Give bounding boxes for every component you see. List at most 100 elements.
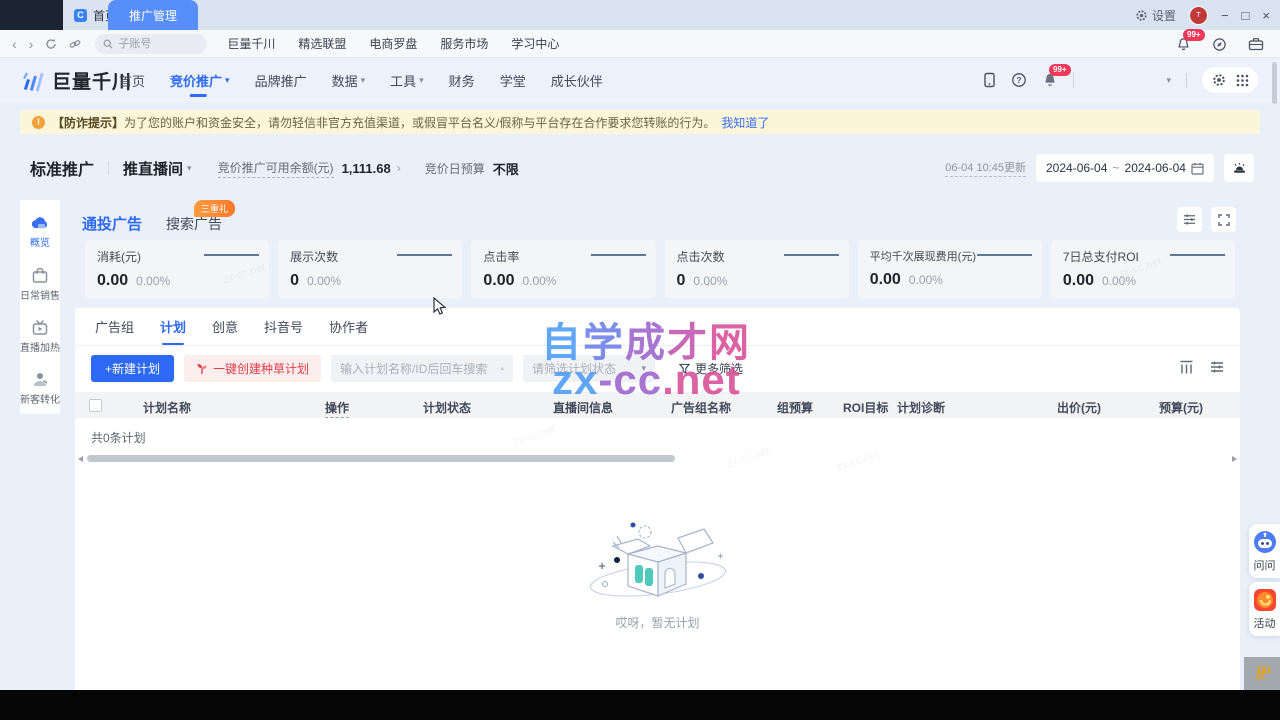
expand-icon: [1218, 214, 1230, 226]
sidebar-item-daily-sales[interactable]: 日常销售: [20, 258, 60, 310]
chevron-right-icon[interactable]: ›: [397, 161, 401, 175]
app-notification-badge: 99+: [1049, 64, 1071, 76]
nav-link-learning[interactable]: 学习中心: [511, 35, 559, 52]
robot-icon: [1253, 530, 1277, 554]
tab-plans[interactable]: 计划: [160, 317, 186, 345]
account-dropdown[interactable]: ▾: [1089, 75, 1171, 86]
nav-link-alliance[interactable]: 精选联盟: [298, 35, 346, 52]
qianchuan-logo-icon: [20, 68, 45, 93]
assistant-widget[interactable]: 问问: [1249, 524, 1280, 578]
compass-icon[interactable]: [1212, 37, 1227, 52]
empty-box-illustration: [583, 516, 733, 608]
tab-search-ads[interactable]: 搜索广告 三重礼: [166, 214, 222, 234]
browser-tab-active[interactable]: 推广管理: [108, 0, 198, 30]
page-scrollbar[interactable]: [1272, 62, 1277, 104]
brand[interactable]: 巨量千川: [20, 67, 132, 94]
page-title-row: 标准推广 推直播间▾ 竞价推广可用余额(元) 1,111.68 › 竞价日预算 …: [30, 152, 1254, 184]
tab-ad-groups[interactable]: 广告组: [95, 317, 134, 345]
col-bid[interactable]: 出价(元): [1057, 399, 1101, 416]
page-title: 标准推广: [30, 156, 94, 180]
last-updated: 06-04 10:45更新: [945, 159, 1026, 177]
col-actions[interactable]: 操作: [325, 399, 349, 418]
avatar[interactable]: T: [1189, 6, 1208, 25]
metric-card-ctr[interactable]: 点击率 0.000.00%: [471, 240, 655, 298]
scene-dropdown[interactable]: 推直播间▾: [123, 158, 192, 179]
browser-search-box[interactable]: [95, 34, 207, 54]
notification-bell-button[interactable]: 99+: [1176, 37, 1191, 52]
browser-search-input[interactable]: [118, 38, 198, 50]
date-range-picker[interactable]: 2024-06-04 ~ 2024-06-04: [1036, 154, 1214, 182]
sidebar-item-new-customers[interactable]: 新客转化: [20, 362, 60, 414]
nav-item-data[interactable]: 数据▾: [332, 58, 366, 102]
browser-settings-button[interactable]: 设置: [1135, 7, 1176, 24]
metrics-settings-button[interactable]: [1177, 207, 1202, 232]
tab-creatives[interactable]: 创意: [212, 317, 238, 345]
link-icon[interactable]: [69, 38, 81, 50]
back-icon[interactable]: ‹: [12, 36, 17, 52]
trend-line: [1170, 254, 1225, 256]
scroll-left-icon[interactable]: [78, 456, 83, 462]
budget-value: 不限: [493, 159, 519, 178]
refresh-icon[interactable]: [45, 38, 57, 50]
table-settings-icon[interactable]: [1210, 360, 1224, 374]
activity-widget[interactable]: 活动: [1249, 582, 1280, 636]
nav-link-compass[interactable]: 电商罗盘: [369, 35, 417, 52]
col-plan-name[interactable]: 计划名称: [143, 399, 191, 416]
sprout-icon: [196, 362, 208, 375]
col-budget[interactable]: 预算(元): [1159, 399, 1203, 416]
chevron-down-icon: ▾: [187, 163, 192, 174]
plan-search-box[interactable]: [331, 355, 513, 382]
alert-button[interactable]: [1224, 154, 1254, 182]
col-roi-target[interactable]: ROI目标: [843, 399, 888, 416]
mouse-cursor: [433, 297, 446, 316]
fullscreen-button[interactable]: [1211, 207, 1236, 232]
help-icon[interactable]: ?: [1011, 72, 1027, 88]
mobile-icon[interactable]: [983, 72, 996, 88]
scrollbar-thumb[interactable]: [87, 455, 675, 462]
horizontal-scrollbar[interactable]: [87, 455, 1228, 463]
tab-general-ads[interactable]: 通投广告: [82, 213, 142, 234]
metric-card-clicks[interactable]: 点击次数 00.00%: [665, 240, 849, 298]
activity-label: 活动: [1254, 615, 1276, 631]
app-notification-button[interactable]: 99+: [1042, 72, 1058, 88]
siren-icon: [1232, 161, 1247, 175]
apps-grid-icon[interactable]: [1236, 74, 1249, 87]
app-header: 巨量千川 首页 竞价推广▾ 品牌推广 数据▾ 工具▾ 财务 学堂 成长伙伴 ? …: [0, 58, 1280, 102]
toolbox-icon[interactable]: [1248, 37, 1264, 51]
metric-card-impressions[interactable]: 展示次数 00.00%: [278, 240, 462, 298]
nav-link-qianchuan[interactable]: 巨量千川: [227, 35, 275, 52]
columns-icon[interactable]: [1179, 360, 1194, 375]
nav-item-academy[interactable]: 学堂: [500, 58, 526, 102]
nav-link-market[interactable]: 服务市场: [440, 35, 488, 52]
sidebar-item-overview[interactable]: 概览: [20, 206, 60, 258]
gear-icon[interactable]: [1212, 73, 1226, 87]
seed-plan-button[interactable]: 一键创建种草计划: [184, 355, 321, 382]
budget-label: 竞价日预算: [425, 160, 485, 177]
date-start: 2024-06-04: [1046, 161, 1107, 175]
nav-item-bidding[interactable]: 竞价推广▾: [170, 58, 230, 102]
tab-douyin-accounts[interactable]: 抖音号: [264, 317, 303, 345]
bottom-bar: [0, 690, 1280, 720]
nav-item-brand[interactable]: 品牌推广: [255, 58, 307, 102]
close-icon[interactable]: ×: [1262, 8, 1270, 23]
plan-search-input[interactable]: [340, 362, 495, 376]
metric-card-cpm[interactable]: 平均千次展现费用(元) 0.000.00%: [858, 240, 1042, 298]
scroll-right-icon[interactable]: [1232, 456, 1237, 462]
col-group-budget[interactable]: 组预算: [777, 399, 813, 416]
forward-icon[interactable]: ›: [29, 36, 34, 52]
nav-item-tools[interactable]: 工具▾: [390, 58, 424, 102]
new-plan-button[interactable]: +新建计划: [91, 355, 174, 382]
sidebar-item-live-heating[interactable]: 直播加热: [20, 310, 60, 362]
maximize-icon[interactable]: □: [1242, 8, 1250, 23]
minimize-icon[interactable]: −: [1221, 8, 1229, 23]
col-plan-status[interactable]: 计划状态: [423, 399, 471, 416]
nav-item-partners[interactable]: 成长伙伴: [551, 58, 603, 102]
nav-item-home[interactable]: 首页: [119, 58, 145, 102]
banner-acknowledge-link[interactable]: 我知道了: [721, 116, 769, 130]
col-diagnosis[interactable]: 计划诊断: [897, 399, 945, 416]
window-corner-block: [0, 0, 63, 30]
banner-text: 为了您的账户和资金安全，请勿轻信非官方充值渠道，或假冒平台名义/假称与平台存在合…: [124, 116, 715, 130]
nav-item-finance[interactable]: 财务: [449, 58, 475, 102]
tab-collaborators[interactable]: 协作者: [329, 317, 368, 345]
select-all-checkbox[interactable]: [89, 399, 102, 412]
